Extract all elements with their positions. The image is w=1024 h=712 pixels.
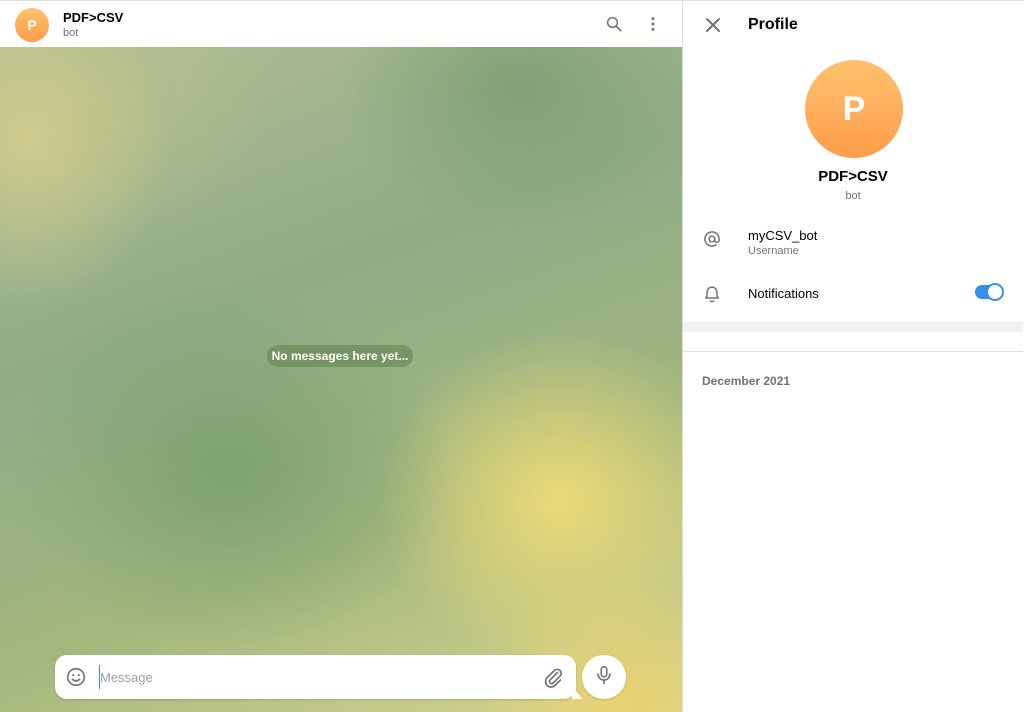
message-composer xyxy=(55,655,576,699)
message-input[interactable] xyxy=(99,665,530,689)
username-label: Username xyxy=(748,245,799,257)
section-separator xyxy=(683,322,1023,332)
chat-area: P PDF>CSV bot No messages here yet... xyxy=(0,0,682,712)
toggle-knob xyxy=(986,283,1004,301)
at-sign-icon xyxy=(701,228,723,250)
emoji-icon[interactable] xyxy=(65,666,87,688)
media-section-date: December 2021 xyxy=(702,374,791,388)
divider xyxy=(683,351,1023,352)
microphone-icon xyxy=(593,664,615,691)
microphone-button[interactable] xyxy=(582,655,626,699)
username-value: myCSV_bot xyxy=(748,228,818,243)
bell-icon xyxy=(701,282,723,304)
profile-avatar[interactable]: P xyxy=(805,60,903,158)
notifications-toggle[interactable] xyxy=(975,283,1004,301)
profile-status: bot xyxy=(845,190,861,202)
close-icon[interactable] xyxy=(702,14,724,36)
profile-name: PDF>CSV xyxy=(818,168,888,185)
composer-tail xyxy=(572,686,582,699)
attach-icon[interactable] xyxy=(541,665,565,689)
profile-heading: Profile xyxy=(748,16,798,33)
profile-panel: Profile P PDF>CSV bot myCSV_bot Username… xyxy=(682,0,1024,712)
notifications-label: Notifications xyxy=(748,286,819,301)
search-icon[interactable] xyxy=(603,13,625,35)
chat-title: PDF>CSV xyxy=(63,10,124,25)
chat-status: bot xyxy=(63,27,79,39)
chat-avatar[interactable]: P xyxy=(15,8,49,42)
chat-header[interactable]: P PDF>CSV bot xyxy=(0,0,682,47)
more-vertical-icon[interactable] xyxy=(642,13,664,35)
empty-chat-message: No messages here yet... xyxy=(267,345,413,367)
